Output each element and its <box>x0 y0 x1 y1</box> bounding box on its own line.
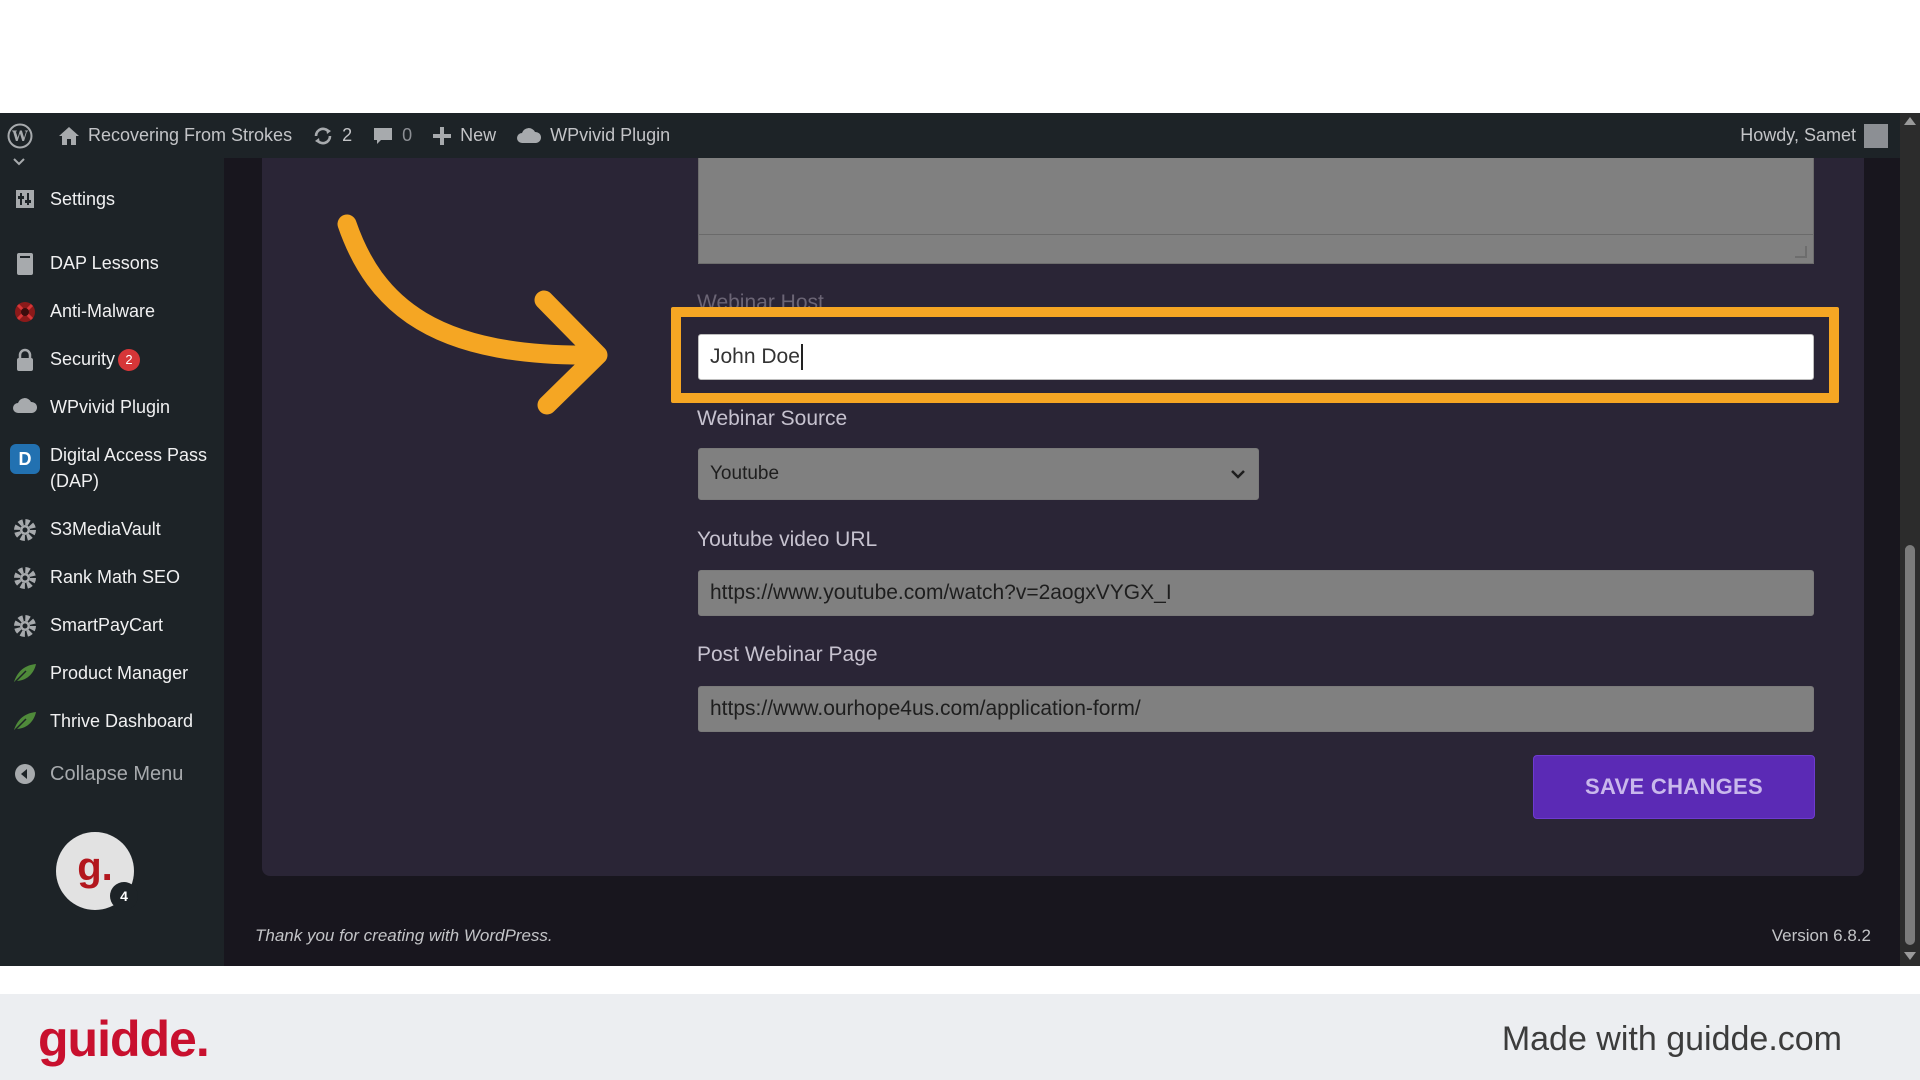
wpvivid-link[interactable]: WPvivid Plugin <box>506 113 680 158</box>
new-content-link[interactable]: New <box>422 113 506 158</box>
sidebar-item-label: WPvivid Plugin <box>50 397 171 417</box>
textarea-divider <box>699 234 1813 235</box>
sidebar-item-label: Anti-Malware <box>50 301 156 321</box>
wpvivid-label: WPvivid Plugin <box>550 125 671 145</box>
comments-link[interactable]: 0 <box>362 113 422 158</box>
webinar-source-value: Youtube <box>710 463 780 484</box>
description-textarea[interactable] <box>698 158 1814 264</box>
chevron-down-icon <box>1231 470 1245 479</box>
howdy-text: Howdy, Samet <box>1740 125 1856 145</box>
post-webinar-input[interactable]: https://www.ourhope4us.com/application-f… <box>698 686 1814 732</box>
page-scrollbar[interactable] <box>1900 113 1920 966</box>
sidebar-item-label: Digital Access Pass (DAP) <box>50 445 208 491</box>
pointer-arrow-icon <box>337 214 608 415</box>
guidde-logo: guidde. <box>38 1011 210 1067</box>
site-name: Recovering From Strokes <box>88 125 293 145</box>
sidebar-item-s3mediavault[interactable]: S3MediaVault <box>0 516 224 542</box>
leaf-icon <box>0 708 50 732</box>
chevron-down-icon <box>13 158 25 166</box>
footer-version: Version 6.8.2 <box>1771 926 1871 945</box>
cloud-icon <box>0 394 50 416</box>
wordpress-logo-icon[interactable]: W <box>0 113 48 158</box>
new-label: New <box>460 125 497 145</box>
sidebar-item-dap-lessons[interactable]: DAP Lessons <box>0 250 224 276</box>
svg-text:W: W <box>11 129 28 145</box>
sidebar-item-label: Security 2 <box>50 346 224 372</box>
security-badge: 2 <box>118 349 141 372</box>
sidebar-item-label: Product Manager <box>50 663 189 683</box>
refresh-icon <box>314 127 332 144</box>
gear-icon <box>0 516 50 542</box>
sidebar-item-label: DAP Lessons <box>50 253 159 273</box>
admin-bar: W Recovering From Strokes 2 0 New WPvivi… <box>0 113 1900 158</box>
settings-icon <box>0 186 50 210</box>
site-name-link[interactable]: Recovering From Strokes <box>48 113 302 158</box>
gear-icon <box>0 612 50 638</box>
screenshot-frame: W Recovering From Strokes 2 0 New WPvivi… <box>0 0 1920 1080</box>
book-icon <box>0 250 50 276</box>
youtube-url-label: Youtube video URL <box>697 528 878 551</box>
admin-sidebar: Settings DAP Lessons Anti-Malware Securi… <box>0 158 224 966</box>
comment-icon <box>374 127 393 144</box>
updates-link[interactable]: 2 <box>302 113 362 158</box>
webinar-source-label: Webinar Source <box>697 407 848 430</box>
resize-handle-icon[interactable] <box>1795 246 1807 258</box>
top-margin <box>0 0 1920 113</box>
collapse-menu-button[interactable]: Collapse Menu <box>0 761 224 787</box>
youtube-url-input[interactable]: https://www.youtube.com/watch?v=2aogxVYG… <box>698 570 1814 616</box>
sidebar-item-rank-math[interactable]: Rank Math SEO <box>0 564 224 590</box>
sidebar-item-label: SmartPayCart <box>50 615 164 635</box>
comments-count: 0 <box>402 125 413 145</box>
sidebar-item-anti-malware[interactable]: Anti-Malware <box>0 298 224 324</box>
sidebar-item-label: Thrive Dashboard <box>50 711 194 731</box>
updates-count: 2 <box>342 125 353 145</box>
sidebar-item-product-manager[interactable]: Product Manager <box>0 660 224 686</box>
highlight-box <box>671 307 1839 403</box>
sidebar-item-security[interactable]: Security 2 <box>0 346 224 372</box>
sidebar-item-label: Collapse Menu <box>50 763 184 785</box>
avatar-count-badge: 4 <box>110 882 138 910</box>
home-icon <box>59 126 79 145</box>
scroll-up-icon[interactable] <box>1904 117 1916 125</box>
sidebar-item-label: S3MediaVault <box>50 519 161 539</box>
sidebar-item-label: Settings <box>50 189 116 209</box>
user-avatar <box>1864 123 1888 148</box>
gear-icon <box>0 564 50 590</box>
sidebar-item-label: Rank Math SEO <box>50 567 181 587</box>
cloud-icon <box>517 127 542 143</box>
sidebar-item-smartpaycart[interactable]: SmartPayCart <box>0 612 224 638</box>
scrollbar-thumb[interactable] <box>1905 545 1915 945</box>
sidebar-item-thrive-dashboard[interactable]: Thrive Dashboard <box>0 708 224 734</box>
post-webinar-value: https://www.ourhope4us.com/application-f… <box>710 697 1141 720</box>
security-label: Security <box>50 349 116 369</box>
save-changes-button[interactable]: SAVE CHANGES <box>1533 755 1815 819</box>
leaf-icon <box>0 660 50 684</box>
sidebar-item-settings[interactable]: Settings <box>0 186 224 212</box>
guidde-footer-bar: guidde. Made with guidde.com <box>0 994 1920 1080</box>
sidebar-item-wpvivid[interactable]: WPvivid Plugin <box>0 394 224 420</box>
made-with-text: Made with guidde.com <box>1501 1020 1842 1058</box>
sidebar-item-dap[interactable]: D Digital Access Pass (DAP) <box>0 442 224 494</box>
lock-icon <box>0 346 50 372</box>
footer-thanks: Thank you for creating with WordPress. <box>255 926 553 945</box>
dap-icon: D <box>0 442 50 474</box>
post-webinar-label: Post Webinar Page <box>697 643 878 666</box>
youtube-url-value: https://www.youtube.com/watch?v=2aogxVYG… <box>710 581 1172 604</box>
plus-icon <box>433 126 452 145</box>
collapse-icon <box>0 761 50 785</box>
scroll-down-icon[interactable] <box>1904 952 1916 960</box>
account-menu[interactable]: Howdy, Samet <box>1730 113 1900 158</box>
shield-malware-icon <box>0 298 50 324</box>
dap-icon-letter: D <box>10 444 40 474</box>
webinar-source-select[interactable]: Youtube <box>698 448 1259 500</box>
